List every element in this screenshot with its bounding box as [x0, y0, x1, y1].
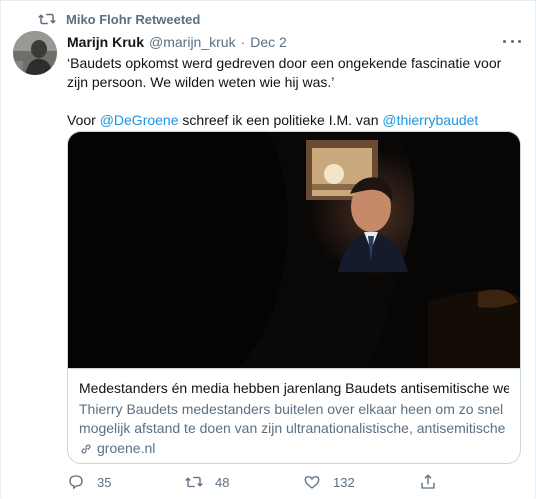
author-handle[interactable]: @marijn_kruk [149, 34, 236, 50]
retweet-label[interactable]: Miko Flohr Retweeted [66, 12, 200, 27]
reply-icon [69, 475, 83, 490]
card-domain-text: groene.nl [97, 440, 156, 456]
retweet-icon [38, 13, 56, 25]
heart-icon [304, 476, 320, 489]
card-title[interactable]: Medestanders én media hebben jarenlang B… [79, 379, 509, 398]
author-name[interactable]: Marijn Kruk [67, 34, 144, 50]
tweet-header: Marijn Kruk @marijn_kruk · Dec 2 [67, 33, 287, 51]
separator: · [240, 34, 246, 50]
text-segment: schreef ik een politieke I.M. van [178, 112, 383, 128]
link-icon [81, 443, 91, 454]
tweet-text: ‘Baudets opkomst werd gedreven door een … [67, 54, 519, 130]
retweet-icon [185, 476, 203, 488]
card-image[interactable] [68, 132, 520, 369]
like-count: 132 [333, 474, 355, 490]
card-domain: groene.nl [79, 439, 509, 458]
tweet-line-1: ‘Baudets opkomst werd gedreven door een … [67, 55, 502, 90]
retweet-button[interactable]: 48 [185, 472, 229, 492]
reply-count: 35 [97, 474, 112, 490]
avatar[interactable] [13, 31, 57, 75]
mention-degroene[interactable]: @DeGroene [100, 112, 179, 128]
more-options-icon[interactable] [503, 33, 521, 49]
reply-button[interactable]: 35 [67, 472, 111, 492]
link-card[interactable]: Medestanders én media hebben jarenlang B… [67, 131, 521, 464]
tweet-date[interactable]: Dec 2 [250, 34, 287, 50]
tweet-line-2: Voor @DeGroene schreef ik een politieke … [67, 111, 519, 130]
like-button[interactable]: 132 [303, 472, 355, 492]
mention-thierrybaudet[interactable]: @thierrybaudet [382, 112, 478, 128]
share-button[interactable] [419, 472, 449, 492]
share-icon [421, 474, 435, 489]
tweet-actions: 35 48 132 [67, 472, 527, 492]
card-description: Thierry Baudets medestanders buitelen ov… [79, 401, 506, 436]
retweet-context[interactable]: Miko Flohr Retweeted [38, 10, 200, 28]
text-segment: Voor [67, 112, 100, 128]
retweet-count: 48 [215, 474, 230, 490]
